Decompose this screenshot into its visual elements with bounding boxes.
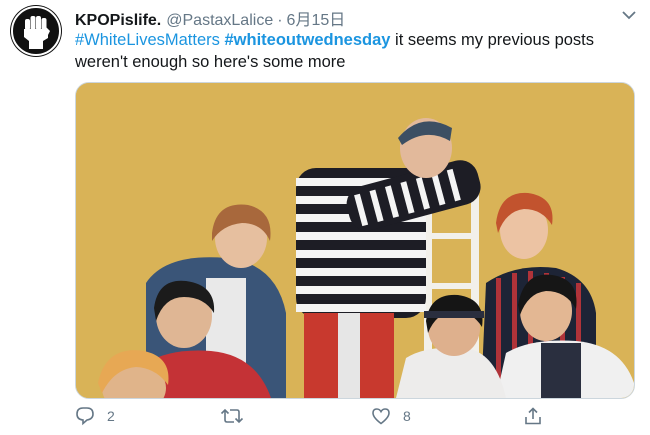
hashtag-link[interactable]: #whiteoutwednesday	[224, 31, 390, 49]
tweet-actions: 2 8	[75, 402, 635, 430]
reply-count: 2	[107, 408, 115, 424]
heart-icon	[372, 408, 390, 425]
user-handle[interactable]: @PastaxLalice	[166, 12, 273, 30]
tweet-header: KPOPislife. @PastaxLalice · 6月15日	[75, 6, 640, 30]
retweet-icon	[220, 408, 244, 424]
display-name[interactable]: KPOPislife.	[75, 12, 161, 30]
reply-icon	[76, 407, 94, 426]
like-count: 8	[403, 408, 411, 424]
tweet-text: #WhiteLivesMatters #whiteoutwednesday it…	[75, 29, 640, 73]
retweet-button[interactable]	[220, 402, 256, 430]
reply-button[interactable]: 2	[75, 402, 115, 430]
tweet-date[interactable]: 6月15日	[287, 6, 346, 30]
group-photo-illustration	[76, 83, 634, 398]
separator-dot: ·	[277, 12, 283, 29]
avatar[interactable]	[10, 5, 62, 57]
chevron-down-icon	[622, 10, 636, 19]
share-button[interactable]	[523, 402, 543, 430]
hashtag-link[interactable]: #WhiteLivesMatters	[75, 31, 220, 49]
more-options-button[interactable]	[620, 8, 638, 22]
like-button[interactable]: 8	[371, 402, 411, 430]
tweet-photo[interactable]	[75, 82, 635, 399]
raised-fist-icon	[11, 6, 61, 56]
share-icon	[525, 407, 541, 425]
